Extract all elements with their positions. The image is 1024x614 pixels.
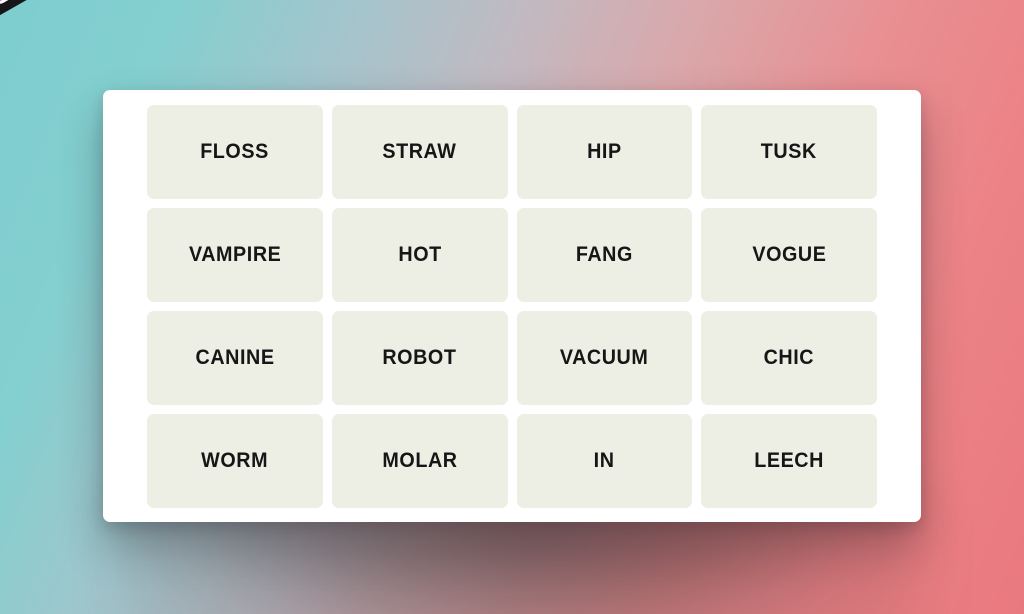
word-tile-label: VOGUE — [752, 243, 827, 266]
puzzle-screen: NOVEMBER 21 FLOSS STRAW HIP TUSK VAMPIRE… — [0, 0, 1024, 614]
word-tile[interactable]: CANINE — [147, 310, 323, 405]
word-tile[interactable]: LEECH — [701, 413, 877, 508]
word-tile-label: STRAW — [382, 140, 457, 163]
word-tile[interactable]: TUSK — [701, 104, 877, 199]
word-tile[interactable]: WORM — [147, 413, 323, 508]
word-tile[interactable]: CHIC — [701, 310, 877, 405]
word-tile[interactable]: ROBOT — [331, 310, 508, 405]
word-tile[interactable]: FLOSS — [147, 104, 323, 199]
date-banner-stripe: NOVEMBER 21 — [0, 0, 425, 80]
word-tile[interactable]: VAMPIRE — [147, 207, 323, 302]
word-tile-label: ROBOT — [382, 346, 457, 369]
word-tile[interactable]: IN — [516, 413, 693, 508]
word-tile-label: LEECH — [754, 449, 824, 472]
word-tile-label: MOLAR — [382, 449, 458, 472]
word-tile[interactable]: VOGUE — [701, 207, 877, 302]
word-tile-label: FLOSS — [200, 140, 270, 163]
word-tile-label: TUSK — [761, 140, 818, 163]
word-tile-label: HIP — [587, 140, 622, 163]
word-tile-label: FANG — [575, 243, 633, 266]
puzzle-grid-icon — [0, 0, 35, 8]
word-tile-label: VACUUM — [560, 346, 649, 369]
word-tile[interactable]: VACUUM — [516, 310, 693, 405]
word-tile[interactable]: STRAW — [331, 104, 508, 199]
word-tile-label: IN — [593, 449, 615, 472]
puzzle-card: FLOSS STRAW HIP TUSK VAMPIRE HOT FANG VO… — [103, 90, 921, 522]
word-tile[interactable]: HIP — [516, 104, 693, 199]
word-tile[interactable]: HOT — [331, 207, 508, 302]
word-tile-label: CHIC — [763, 346, 815, 369]
word-tile-label: HOT — [397, 243, 442, 266]
word-grid: FLOSS STRAW HIP TUSK VAMPIRE HOT FANG VO… — [147, 104, 877, 508]
word-tile[interactable]: FANG — [516, 207, 693, 302]
word-tile-label: WORM — [201, 449, 269, 472]
word-tile[interactable]: MOLAR — [331, 413, 508, 508]
word-tile-label: CANINE — [195, 346, 275, 369]
word-tile-label: VAMPIRE — [188, 243, 282, 266]
